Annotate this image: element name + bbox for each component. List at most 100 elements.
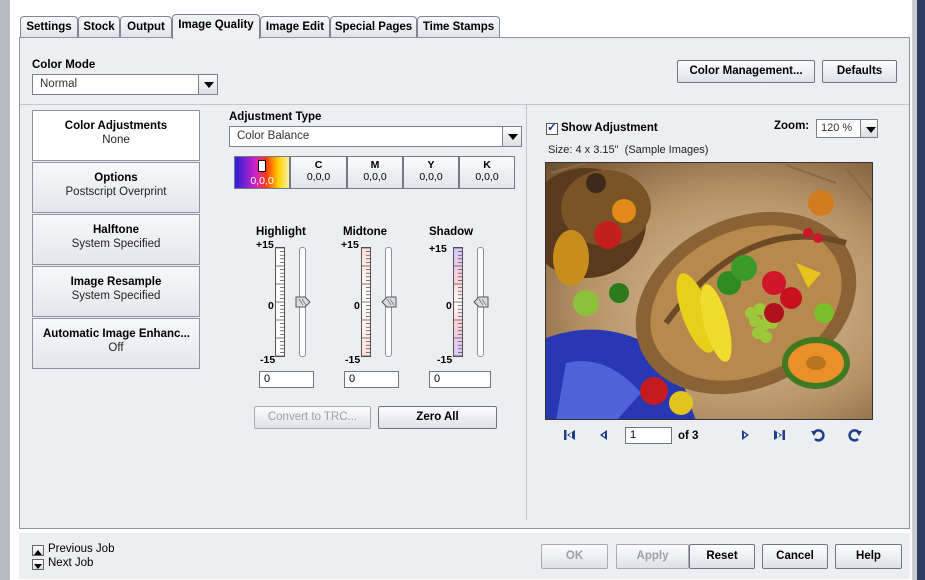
category-subtitle: Off: [108, 342, 124, 354]
midtone-min-label: -15: [345, 354, 361, 366]
adjustment-type-dropdown[interactable]: Color Balance: [229, 126, 522, 147]
highlight-value-input[interactable]: 0: [259, 371, 314, 388]
channel-value: 0,0,0: [475, 171, 499, 183]
channel-name: M: [370, 159, 380, 171]
zoom-dropdown[interactable]: 120 %: [816, 119, 878, 138]
category-options[interactable]: Options Postscript Overprint: [32, 162, 200, 213]
highlight-ticks: [276, 247, 285, 357]
next-page-icon[interactable]: [738, 428, 752, 442]
help-button[interactable]: Help: [835, 544, 902, 569]
channel-value: 0,0,0: [250, 175, 274, 187]
midtone-ticks: [362, 247, 371, 357]
category-subtitle: Postscript Overprint: [65, 186, 167, 198]
channel-k-button[interactable]: K 0,0,0: [459, 156, 515, 189]
chevron-down-icon[interactable]: [860, 119, 878, 138]
shadow-value-input[interactable]: 0: [429, 371, 491, 388]
shadow-slider-thumb[interactable]: [473, 296, 489, 308]
category-title: Halftone: [93, 224, 139, 236]
rotate-left-icon[interactable]: [811, 428, 825, 442]
channel-m-button[interactable]: M 0,0,0: [347, 156, 403, 189]
channel-rgb-button[interactable]: 0,0,0: [234, 156, 290, 189]
tab-settings[interactable]: Settings: [20, 16, 78, 38]
cancel-button[interactable]: Cancel: [762, 544, 828, 569]
tab-image-edit[interactable]: Image Edit: [260, 16, 330, 38]
category-subtitle: None: [102, 134, 130, 146]
rotate-right-icon[interactable]: [848, 428, 862, 442]
next-job-link[interactable]: Next Job: [48, 557, 93, 569]
channel-rgb-swatch-icon: [258, 160, 266, 172]
left-window-edge: [0, 0, 10, 580]
color-mode-dropdown[interactable]: Normal: [32, 74, 218, 95]
tab-image-quality[interactable]: Image Quality: [172, 14, 260, 39]
sample-image-preview: [545, 162, 873, 420]
category-title: Image Resample: [70, 276, 162, 288]
category-halftone[interactable]: Halftone System Specified: [32, 214, 200, 265]
midtone-title: Midtone: [343, 226, 388, 238]
zero-all-button[interactable]: Zero All: [378, 406, 497, 429]
color-mode-label: Color Mode: [32, 59, 96, 71]
channel-name: C: [314, 159, 323, 171]
tab-special-pages[interactable]: Special Pages: [330, 16, 417, 38]
defaults-button[interactable]: Defaults: [822, 60, 897, 83]
midtone-max-label: +15: [341, 239, 359, 251]
previous-job-arrow-icon[interactable]: [32, 545, 44, 556]
previous-job-link[interactable]: Previous Job: [48, 543, 114, 555]
shadow-title: Shadow: [429, 226, 474, 238]
right-window-edge-inner: [912, 0, 917, 580]
show-adjustment-label: Show Adjustment: [561, 122, 658, 134]
convert-to-trc-button[interactable]: Convert to TRC...: [254, 406, 371, 429]
channel-name: K: [483, 159, 491, 171]
page-number-input[interactable]: 1: [625, 427, 672, 444]
highlight-mid-label: 0: [268, 300, 274, 312]
zoom-value: 120 %: [821, 122, 853, 134]
tab-time-stamps[interactable]: Time Stamps: [417, 16, 500, 38]
section-divider: [20, 104, 909, 105]
highlight-min-label: -15: [260, 354, 276, 366]
apply-button[interactable]: Apply: [616, 544, 689, 569]
midtone-value-input[interactable]: 0: [344, 371, 399, 388]
column-divider: [526, 105, 527, 520]
category-title: Automatic Image Enhanc...: [43, 328, 190, 340]
tab-stock[interactable]: Stock: [78, 16, 120, 38]
highlight-max-label: +15: [256, 239, 274, 251]
page-count-label: of 3: [678, 430, 699, 442]
highlight-slider-thumb[interactable]: [295, 296, 311, 308]
adjustment-type-value: Color Balance: [237, 130, 310, 142]
color-mode-value: Normal: [40, 78, 78, 90]
ok-button[interactable]: OK: [541, 544, 608, 569]
category-automatic-image-enhancement[interactable]: Automatic Image Enhanc... Off: [32, 318, 200, 369]
next-job-arrow-icon[interactable]: [32, 559, 44, 570]
channel-value: 0,0,0: [363, 171, 387, 183]
channel-name: Y: [427, 159, 435, 171]
midtone-mid-label: 0: [354, 300, 360, 312]
category-title: Options: [94, 172, 138, 184]
shadow-ticks: [454, 247, 463, 357]
channel-y-button[interactable]: Y 0,0,0: [403, 156, 459, 189]
fruit-basket-image: [546, 163, 872, 419]
adjustment-type-label: Adjustment Type: [229, 111, 322, 123]
last-page-icon[interactable]: [772, 428, 786, 442]
preview-size-text: Size: 4 x 3.15" (Sample Images): [548, 144, 709, 156]
category-subtitle: System Specified: [71, 290, 161, 302]
channel-value: 0,0,0: [419, 171, 443, 183]
shadow-mid-label: 0: [446, 300, 452, 312]
shadow-min-label: -15: [437, 354, 453, 366]
chevron-down-icon[interactable]: [198, 74, 218, 95]
channel-c-button[interactable]: C 0,0,0: [290, 156, 347, 189]
category-title: Color Adjustments: [64, 120, 168, 132]
color-management-button[interactable]: Color Management...: [677, 60, 815, 83]
channel-value: 0,0,0: [306, 171, 331, 183]
reset-button[interactable]: Reset: [689, 544, 755, 569]
midtone-slider-thumb[interactable]: [381, 296, 397, 308]
show-adjustment-checkbox[interactable]: [546, 120, 558, 135]
category-image-resample[interactable]: Image Resample System Specified: [32, 266, 200, 317]
tab-output[interactable]: Output: [120, 16, 172, 38]
highlight-title: Highlight: [256, 226, 306, 238]
zoom-label: Zoom:: [774, 120, 810, 132]
category-subtitle: System Specified: [71, 238, 161, 250]
prev-page-icon[interactable]: [597, 428, 611, 442]
category-color-adjustments[interactable]: Color Adjustments None: [32, 110, 200, 161]
first-page-icon[interactable]: [563, 428, 577, 442]
shadow-max-label: +15: [429, 243, 447, 255]
chevron-down-icon[interactable]: [502, 126, 522, 147]
